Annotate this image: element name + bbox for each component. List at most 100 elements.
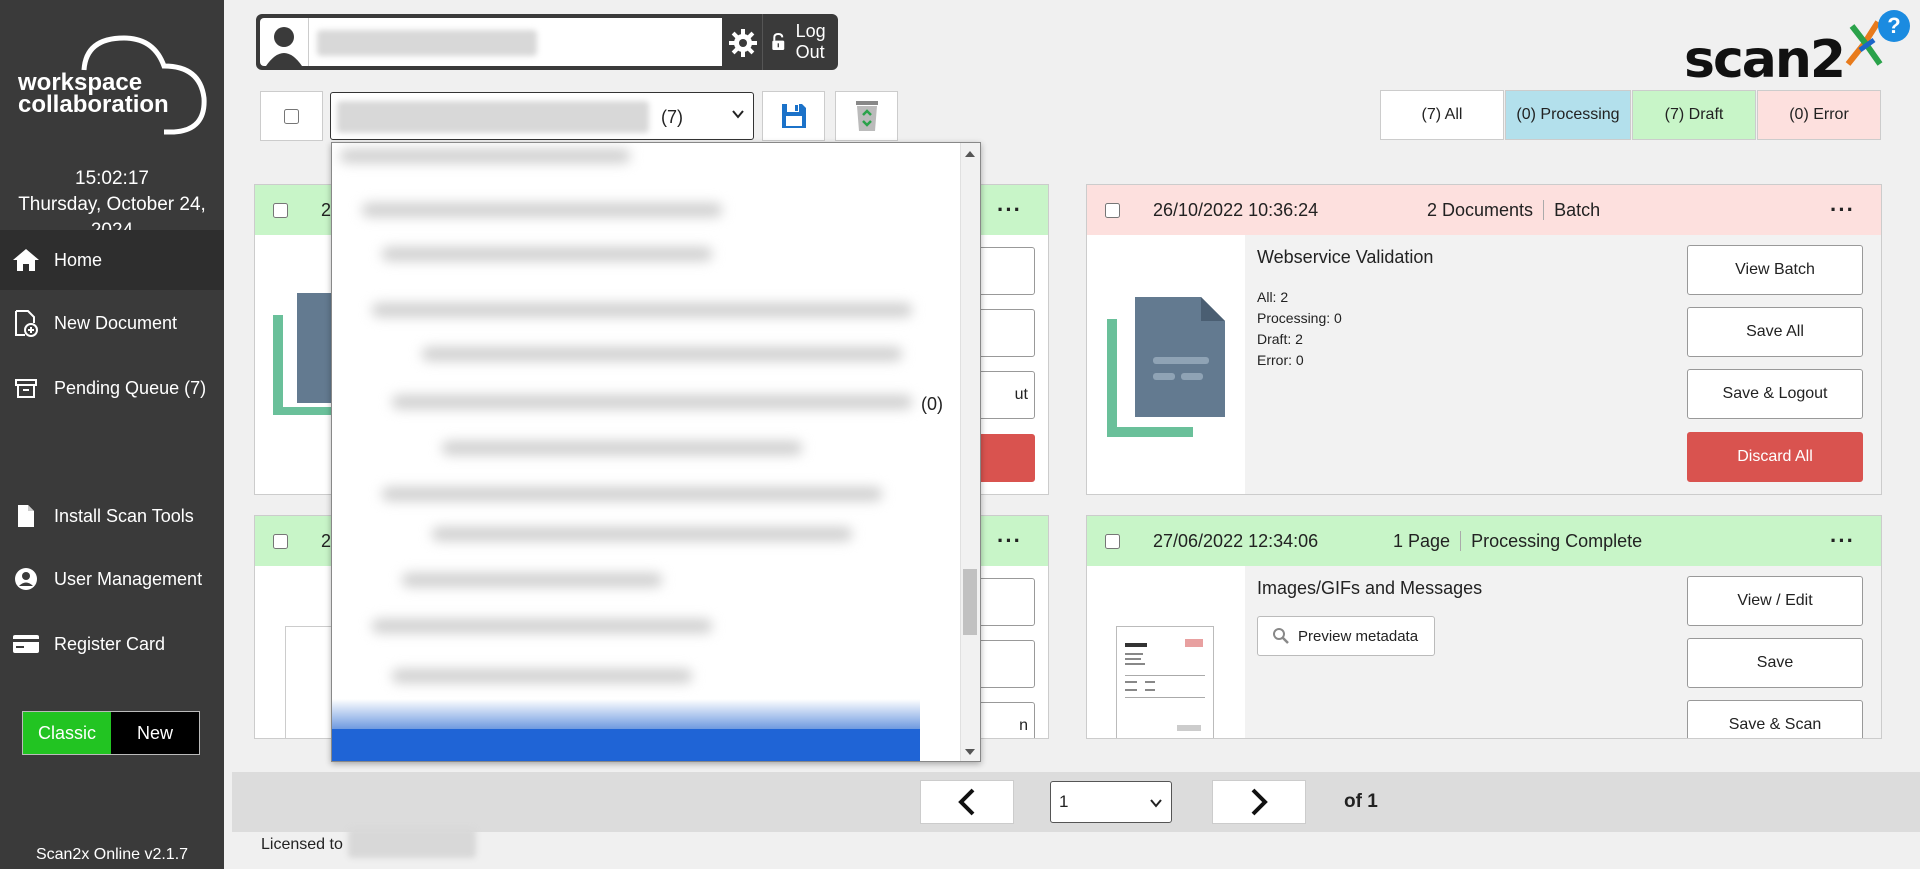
filter-processing[interactable]: (0) Processing <box>1505 90 1631 140</box>
nav-home[interactable]: Home <box>0 230 224 290</box>
clock-time: 15:02:17 <box>75 168 149 189</box>
document-stack-icon <box>1107 297 1225 437</box>
redacted-list-item[interactable] <box>372 619 712 633</box>
filter-all[interactable]: (7) All <box>1380 90 1504 140</box>
scroll-thumb[interactable] <box>963 569 977 635</box>
select-all-container <box>260 91 323 141</box>
discard-all-button[interactable]: Discard All <box>1687 432 1863 482</box>
nav-install-scan-tools-label: Install Scan Tools <box>54 505 194 526</box>
invoice-preview-image <box>1125 639 1205 731</box>
nav-pending-queue-label: Pending Queue (7) <box>54 377 207 398</box>
user-circle-icon <box>10 565 42 593</box>
nav-new-document[interactable]: New Document <box>0 293 224 353</box>
dropdown-item-count: (0) <box>921 394 943 414</box>
nav-register-card[interactable]: Register Card <box>0 614 224 674</box>
nav-user-management[interactable]: User Management <box>0 549 224 609</box>
card-checkbox[interactable] <box>273 202 288 218</box>
magnifier-icon <box>1273 628 1289 644</box>
redacted-list-item[interactable] <box>442 441 802 455</box>
save-logout-button[interactable]: Save & Logout <box>1687 369 1863 419</box>
redacted-list-item[interactable] <box>382 247 712 261</box>
chevron-right-icon <box>1251 788 1268 816</box>
filter-error[interactable]: (0) Error <box>1757 90 1881 140</box>
card-kind: Batch <box>1554 199 1601 220</box>
save-doc-button[interactable]: Save <box>1687 638 1863 688</box>
more-options-icon[interactable]: ··· <box>1830 528 1855 554</box>
redacted-list-item[interactable] <box>402 573 662 587</box>
redacted-list-item[interactable] <box>422 347 902 361</box>
file-icon <box>10 502 42 530</box>
batch-stats: All: 2 Processing: 0 Draft: 2 Error: 0 <box>1257 287 1342 371</box>
brand-text: scan2 <box>1684 30 1846 90</box>
preview-metadata-button[interactable]: Preview metadata <box>1257 616 1435 656</box>
partial-card-button[interactable] <box>975 309 1035 357</box>
stat-all: All: 2 <box>1257 289 1289 305</box>
more-options-icon[interactable]: ··· <box>1830 197 1855 223</box>
card-document-count: 2 Documents <box>1427 199 1534 220</box>
card-title: Webservice Validation <box>1257 247 1434 267</box>
nav-install-scan-tools[interactable]: Install Scan Tools <box>0 486 224 546</box>
partial-discard-button[interactable] <box>975 434 1035 482</box>
page-of-label: of 1 <box>1344 791 1378 812</box>
gear-icon[interactable] <box>728 28 758 58</box>
stat-draft: Draft: 2 <box>1257 331 1303 347</box>
home-icon <box>10 246 42 274</box>
help-button[interactable]: ? <box>1878 10 1910 42</box>
redacted-list-item[interactable] <box>392 395 912 409</box>
view-edit-button[interactable]: View / Edit <box>1687 576 1863 626</box>
card-checkbox[interactable] <box>273 533 288 549</box>
card-date: 2 <box>321 530 332 551</box>
page-select[interactable]: 1 <box>1050 781 1172 823</box>
save-all-button[interactable]: Save All <box>1687 307 1863 357</box>
dropdown-scrollbar[interactable] <box>960 143 980 761</box>
partial-card-button[interactable]: ut <box>975 371 1035 419</box>
redacted-list-item[interactable] <box>392 669 692 683</box>
scroll-down-arrow[interactable] <box>965 749 975 755</box>
redacted-list-item[interactable] <box>340 149 630 163</box>
queue-select[interactable]: (7) <box>330 92 754 140</box>
more-options-icon[interactable]: ··· <box>997 197 1022 223</box>
new-mode-button[interactable]: New <box>111 712 199 754</box>
page-select-value: 1 <box>1059 792 1069 811</box>
chevron-down-icon <box>732 110 744 119</box>
scroll-up-arrow[interactable] <box>965 151 975 157</box>
redacted-list-item[interactable] <box>372 303 912 317</box>
card-date: 2 <box>321 199 332 220</box>
classic-mode-button[interactable]: Classic <box>23 712 111 754</box>
logout-button[interactable]: Log Out <box>762 14 838 70</box>
redacted-list-item[interactable] <box>362 203 722 217</box>
filter-draft[interactable]: (7) Draft <box>1632 90 1756 140</box>
save-scan-button[interactable]: Save & Scan <box>1687 700 1863 738</box>
card-page-count: 1 Page <box>1393 530 1451 551</box>
logout-label: Log Out <box>795 21 826 62</box>
nav-register-card-label: Register Card <box>54 633 166 654</box>
prev-page-button[interactable] <box>920 780 1014 824</box>
redacted-list-item[interactable] <box>432 527 852 541</box>
new-document-icon <box>10 309 42 337</box>
partial-card-button[interactable]: n <box>975 702 1035 738</box>
chevron-down-icon <box>1150 799 1162 808</box>
more-options-icon[interactable]: ··· <box>997 528 1022 554</box>
card-checkbox[interactable] <box>1105 533 1120 549</box>
save-button[interactable] <box>762 91 825 141</box>
partial-card-button[interactable] <box>975 640 1035 688</box>
archive-icon <box>10 374 42 402</box>
nav-user-management-label: User Management <box>54 568 203 589</box>
card-checkbox[interactable] <box>1105 202 1120 218</box>
recycle-bin-button[interactable] <box>835 91 898 141</box>
redacted-username <box>317 30 537 56</box>
next-page-button[interactable] <box>1212 780 1306 824</box>
partial-card-button[interactable] <box>975 578 1035 626</box>
logo-line2: collaboration <box>18 91 169 118</box>
credit-card-icon <box>10 630 42 658</box>
select-all-checkbox[interactable] <box>284 108 299 124</box>
redacted-list-item[interactable] <box>382 487 882 501</box>
scan2x-logo: scan2 <box>1684 20 1904 90</box>
queue-dropdown-list[interactable] <box>331 142 981 762</box>
username-field <box>308 18 722 66</box>
nav-pending-queue[interactable]: Pending Queue (7) <box>0 358 224 418</box>
selected-list-item[interactable] <box>332 729 920 761</box>
view-batch-button[interactable]: View Batch <box>1687 245 1863 295</box>
partial-card-button[interactable] <box>975 247 1035 295</box>
invoice-thumbnail[interactable] <box>1116 626 1214 738</box>
